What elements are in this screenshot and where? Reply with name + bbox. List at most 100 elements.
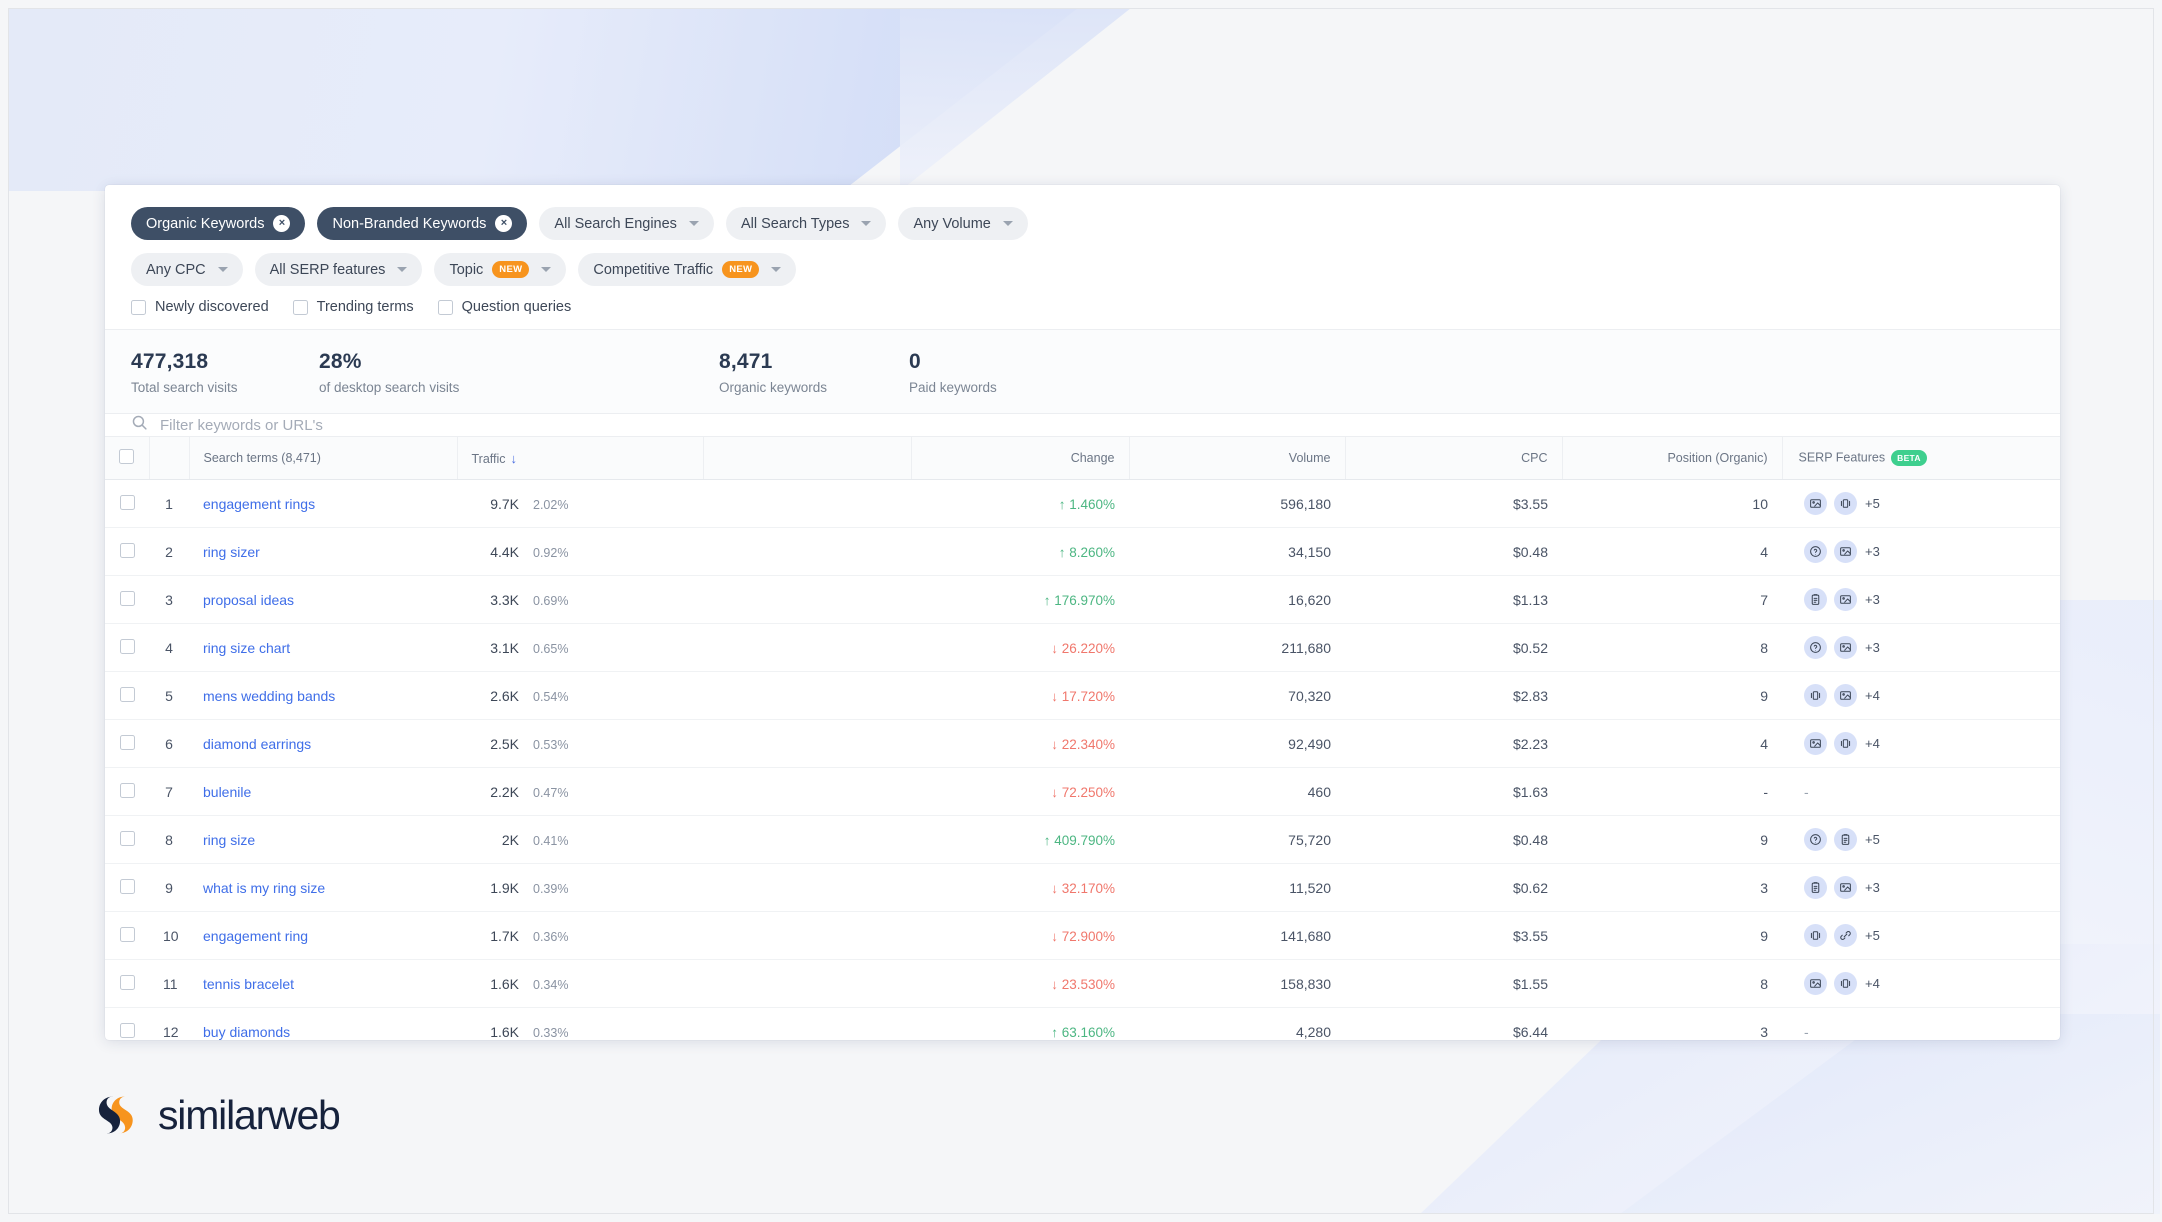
serp-image-icon[interactable] [1834,684,1857,707]
keyword-link[interactable]: engagement ring [203,928,308,944]
keyword-link[interactable]: tennis bracelet [203,976,294,992]
serp-question-icon[interactable] [1804,636,1827,659]
serp-more-count[interactable]: +5 [1865,496,1880,511]
keyword-link[interactable]: buy diamonds [203,1024,290,1040]
row-select-cell[interactable] [105,911,149,960]
filter-checkbox-newly-discovered[interactable]: Newly discovered [131,299,269,315]
serp-image-icon[interactable] [1804,732,1827,755]
keyword-link[interactable]: mens wedding bands [203,688,335,704]
row-search-term[interactable]: ring sizer [189,527,457,576]
remove-chip-icon[interactable]: × [273,215,291,232]
keyword-link[interactable]: ring size chart [203,640,290,656]
row-checkbox[interactable] [119,926,135,942]
filter-checkbox-question-queries[interactable]: Question queries [437,299,571,315]
row-select-cell[interactable] [105,575,149,624]
filter-chip-organic-keywords[interactable]: Organic Keywords × [131,207,306,240]
table-row[interactable]: 8 ring size 2K 0.41% ↑ 409.790% 75,720 $0.48 9 +… [105,815,2060,864]
row-search-term[interactable]: engagement ring [189,911,457,960]
serp-more-count[interactable]: +3 [1865,880,1880,895]
serp-question-icon[interactable] [1804,540,1827,563]
row-select-cell[interactable] [105,767,149,816]
row-checkbox[interactable] [119,734,135,750]
row-checkbox[interactable] [119,830,135,846]
serp-video-icon[interactable] [1804,924,1827,947]
cpc-header[interactable]: CPC [1345,437,1563,480]
table-row[interactable]: 4 ring size chart 3.1K 0.65% ↓ 26.220% 211,68… [105,623,2060,672]
filter-chip-all-search-types[interactable]: All Search Types [725,207,887,240]
serp-snippet-icon[interactable] [1804,588,1827,611]
serp-image-icon[interactable] [1804,492,1827,515]
row-search-term[interactable]: diamond earrings [189,719,457,768]
table-row[interactable]: 9 what is my ring size 1.9K 0.39% ↓ 32.170% 1… [105,863,2060,912]
traffic-header[interactable]: Traffic ↓ [457,437,704,480]
serp-snippet-icon[interactable] [1804,876,1827,899]
filter-chip-non-branded-keywords[interactable]: Non-Branded Keywords × [317,207,528,240]
checkbox-box[interactable] [437,299,453,315]
checkbox-box[interactable] [131,299,146,315]
table-row[interactable]: 6 diamond earrings 2.5K 0.53% ↓ 22.340% 92,49… [105,719,2060,768]
keyword-filter-bar[interactable]: Filter keywords or URL's [105,414,2060,437]
row-checkbox[interactable] [119,878,135,894]
row-select-cell[interactable] [105,863,149,912]
row-select-cell[interactable] [105,719,149,768]
serp-image-icon[interactable] [1834,876,1857,899]
serp-more-count[interactable]: +4 [1865,976,1880,991]
serp-image-icon[interactable] [1834,588,1857,611]
keyword-link[interactable]: engagement rings [203,496,315,512]
row-search-term[interactable]: what is my ring size [189,863,457,912]
table-row[interactable]: 3 proposal ideas 3.3K 0.69% ↑ 176.970% 16,620… [105,575,2060,624]
row-checkbox[interactable] [119,686,135,702]
serp-more-count[interactable]: +4 [1865,688,1880,703]
row-select-cell[interactable] [105,959,149,1008]
serp-question-icon[interactable] [1804,828,1827,851]
keyword-link[interactable]: bulenile [203,784,251,800]
row-search-term[interactable]: buy diamonds [189,1007,457,1040]
row-select-cell[interactable] [105,479,149,528]
serp-more-count[interactable]: +3 [1865,640,1880,655]
filter-chip-any-volume[interactable]: Any Volume [898,207,1028,240]
row-select-cell[interactable] [105,671,149,720]
table-row[interactable]: 2 ring sizer 4.4K 0.92% ↑ 8.260% 34,150 $0.48 4… [105,527,2060,576]
filter-checkbox-trending-terms[interactable]: Trending terms [292,299,414,315]
row-search-term[interactable]: tennis bracelet [189,959,457,1008]
keyword-link[interactable]: what is my ring size [203,880,325,896]
table-row[interactable]: 11 tennis bracelet 1.6K 0.34% ↓ 23.530% 158,8… [105,959,2060,1008]
table-row[interactable]: 7 bulenile 2.2K 0.47% ↓ 72.250% 460 $1.63- - [105,767,2060,816]
filter-chip-competitive-traffic[interactable]: Competitive Traffic NEW [578,253,797,286]
serp-more-count[interactable]: +4 [1865,736,1880,751]
serp-snippet-icon[interactable] [1834,828,1857,851]
row-checkbox[interactable] [119,1022,135,1038]
row-checkbox[interactable] [119,638,135,654]
row-select-cell[interactable] [105,1007,149,1040]
serp-features-header[interactable]: SERP Features BETA [1782,437,2060,480]
keyword-link[interactable]: proposal ideas [203,592,294,608]
serp-video-icon[interactable] [1834,492,1857,515]
row-checkbox[interactable] [119,974,135,990]
keyword-link[interactable]: diamond earrings [203,736,311,752]
row-search-term[interactable]: proposal ideas [189,575,457,624]
row-select-cell[interactable] [105,527,149,576]
row-search-term[interactable]: engagement rings [189,479,457,528]
table-row[interactable]: 10 engagement ring 1.7K 0.36% ↓ 72.900% 141,6… [105,911,2060,960]
change-header[interactable]: Change [911,437,1130,480]
serp-more-count[interactable]: +3 [1865,544,1880,559]
filter-chip-any-cpc[interactable]: Any CPC [131,253,243,286]
search-input[interactable]: Filter keywords or URL's [160,417,323,434]
select-all-checkbox[interactable] [119,449,135,464]
serp-video-icon[interactable] [1834,732,1857,755]
table-row[interactable]: 12 buy diamonds 1.6K 0.33% ↑ 63.160% 4,280 $6.… [105,1007,2060,1040]
table-row[interactable]: 1 engagement rings 9.7K 2.02% ↑ 1.460% 596,18… [105,479,2060,528]
filter-chip-all-search-engines[interactable]: All Search Engines [539,207,714,240]
row-search-term[interactable]: mens wedding bands [189,671,457,720]
table-row[interactable]: 5 mens wedding bands 2.6K 0.54% ↓ 17.720% 70,… [105,671,2060,720]
search-terms-header[interactable]: Search terms (8,471) [189,437,458,480]
serp-video-icon[interactable] [1804,684,1827,707]
position-header[interactable]: Position (Organic) [1562,437,1783,480]
row-checkbox[interactable] [119,782,135,798]
select-all-header[interactable] [105,437,150,480]
remove-chip-icon[interactable]: × [495,215,513,232]
keyword-link[interactable]: ring sizer [203,544,260,560]
volume-header[interactable]: Volume [1129,437,1346,480]
keyword-link[interactable]: ring size [203,832,255,848]
row-select-cell[interactable] [105,623,149,672]
